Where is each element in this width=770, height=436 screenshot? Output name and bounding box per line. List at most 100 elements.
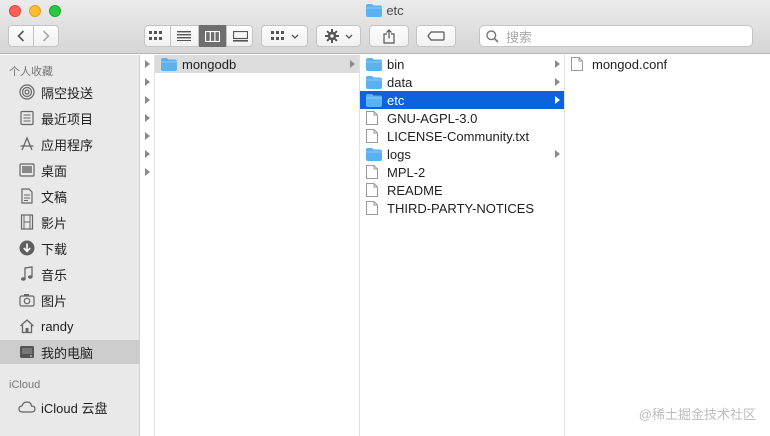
item-name: README bbox=[387, 182, 443, 198]
column-mongodb: bin data etc GNU-AGPL-3.0 LICENSE-Commun… bbox=[360, 55, 565, 436]
folder-icon bbox=[366, 93, 382, 107]
group-by-button[interactable] bbox=[261, 25, 308, 47]
sidebar-item-label: 桌面 bbox=[41, 163, 68, 179]
cloud-icon bbox=[18, 398, 36, 416]
search-field[interactable]: 搜索 bbox=[479, 25, 753, 47]
disclosure-arrow-icon bbox=[555, 150, 560, 158]
disclosure-arrow-icon bbox=[350, 60, 355, 68]
column-etc: mongod.conf bbox=[565, 55, 770, 436]
folder-icon bbox=[366, 4, 383, 20]
sidebar-item-desktop[interactable]: 桌面 bbox=[0, 158, 139, 182]
gear-icon bbox=[324, 29, 339, 43]
item-name: mongodb bbox=[182, 56, 237, 72]
sidebar-item-label: randy bbox=[41, 318, 74, 334]
sidebar-item-movies[interactable]: 影片 bbox=[0, 210, 139, 234]
item-name: GNU-AGPL-3.0 bbox=[387, 110, 478, 126]
folder-icon bbox=[366, 147, 382, 161]
sidebar-item-recents[interactable]: 最近项目 bbox=[0, 106, 139, 130]
disclosure-arrow-icon bbox=[145, 150, 150, 158]
list-icon bbox=[177, 31, 191, 41]
icon-view-button[interactable] bbox=[143, 25, 171, 47]
item-name: LICENSE-Community.txt bbox=[387, 128, 530, 144]
gallery-view-button[interactable] bbox=[227, 25, 255, 47]
window-title-text: etc bbox=[386, 3, 404, 18]
tags-button[interactable] bbox=[416, 25, 456, 47]
favorites-header: 个人收藏 bbox=[9, 66, 53, 78]
back-button[interactable] bbox=[9, 26, 34, 46]
list-item[interactable]: MPL-2 bbox=[360, 163, 564, 181]
sidebar-item-label: 文稿 bbox=[41, 189, 68, 205]
disclosure-arrow-icon bbox=[555, 78, 560, 86]
chevron-down-icon bbox=[345, 34, 352, 39]
airdrop-icon bbox=[18, 83, 36, 101]
list-item[interactable]: bin bbox=[360, 55, 564, 73]
icloud-header: iCloud bbox=[9, 379, 41, 391]
action-menu-button[interactable] bbox=[316, 25, 361, 47]
search-icon bbox=[486, 29, 499, 43]
window-title: etc bbox=[0, 3, 770, 20]
sidebar-item-label: 最近项目 bbox=[41, 111, 94, 127]
item-name: THIRD-PARTY-NOTICES bbox=[387, 200, 535, 216]
view-mode-control bbox=[144, 25, 253, 47]
item-name: etc bbox=[387, 92, 405, 108]
forward-button[interactable] bbox=[34, 26, 58, 46]
list-item[interactable]: logs bbox=[360, 145, 564, 163]
back-forward-group bbox=[8, 25, 59, 47]
pictures-icon bbox=[18, 291, 36, 309]
disclosure-arrow-icon bbox=[555, 60, 560, 68]
list-item[interactable]: etc bbox=[360, 91, 564, 109]
watermark: @稀土掘金技术社区 bbox=[638, 407, 756, 422]
collapsed-column bbox=[140, 55, 155, 436]
sidebar-item-icloud-drive[interactable]: iCloud 云盘 bbox=[0, 395, 139, 419]
icon-grid-icon bbox=[149, 31, 162, 40]
sidebar-item-applications[interactable]: 应用程序 bbox=[0, 132, 139, 156]
applications-icon bbox=[18, 135, 36, 153]
sidebar-item-music[interactable]: 音乐 bbox=[0, 262, 139, 286]
column-view-button[interactable] bbox=[198, 25, 227, 47]
list-item[interactable]: README bbox=[360, 181, 564, 199]
tag-icon bbox=[427, 31, 445, 41]
sidebar-item-pictures[interactable]: 图片 bbox=[0, 288, 139, 312]
computer-icon bbox=[18, 343, 36, 361]
gallery-icon bbox=[233, 30, 248, 42]
file-icon bbox=[366, 183, 382, 197]
desktop-icon bbox=[18, 161, 36, 179]
sidebar-item-label: 图片 bbox=[41, 293, 68, 309]
sidebar: 个人收藏 隔空投送 最近项目 应用程序 桌面 文稿 影片 下载 音乐 图片 ra… bbox=[0, 55, 140, 436]
share-icon bbox=[383, 28, 395, 44]
sidebar-item-label: 影片 bbox=[41, 215, 68, 231]
documents-icon bbox=[18, 187, 36, 205]
share-button[interactable] bbox=[369, 25, 409, 47]
item-name: mongod.conf bbox=[592, 56, 668, 72]
movies-icon bbox=[18, 213, 36, 231]
sidebar-item-downloads[interactable]: 下载 bbox=[0, 236, 139, 260]
folder-icon bbox=[366, 75, 382, 89]
toolbar: etc 搜索 bbox=[0, 0, 770, 54]
group-grid-icon bbox=[270, 31, 284, 40]
home-icon bbox=[18, 317, 36, 335]
item-name: bin bbox=[387, 56, 405, 72]
sidebar-item-home[interactable]: randy bbox=[0, 314, 139, 338]
list-item[interactable]: THIRD-PARTY-NOTICES bbox=[360, 199, 564, 217]
sidebar-item-computer[interactable]: 我的电脑 bbox=[0, 340, 139, 364]
list-item[interactable]: LICENSE-Community.txt bbox=[360, 127, 564, 145]
chevron-left-icon bbox=[17, 30, 24, 42]
folder-icon bbox=[161, 57, 177, 71]
sidebar-item-label: 我的电脑 bbox=[41, 345, 94, 361]
sidebar-item-airdrop[interactable]: 隔空投送 bbox=[0, 80, 139, 104]
music-icon bbox=[18, 265, 36, 283]
list-item[interactable]: data bbox=[360, 73, 564, 91]
list-item[interactable]: mongodb bbox=[155, 55, 359, 73]
list-view-button[interactable] bbox=[171, 25, 199, 47]
search-placeholder: 搜索 bbox=[506, 29, 533, 45]
list-item[interactable]: GNU-AGPL-3.0 bbox=[360, 109, 564, 127]
disclosure-arrow-icon bbox=[145, 132, 150, 140]
file-icon bbox=[366, 129, 382, 143]
chevron-down-icon bbox=[291, 34, 298, 39]
sidebar-item-label: 下载 bbox=[41, 241, 68, 257]
disclosure-arrow-icon bbox=[145, 114, 150, 122]
list-item[interactable]: mongod.conf bbox=[565, 55, 770, 73]
recents-icon bbox=[18, 109, 36, 127]
sidebar-item-documents[interactable]: 文稿 bbox=[0, 184, 139, 208]
item-name: logs bbox=[387, 146, 411, 162]
